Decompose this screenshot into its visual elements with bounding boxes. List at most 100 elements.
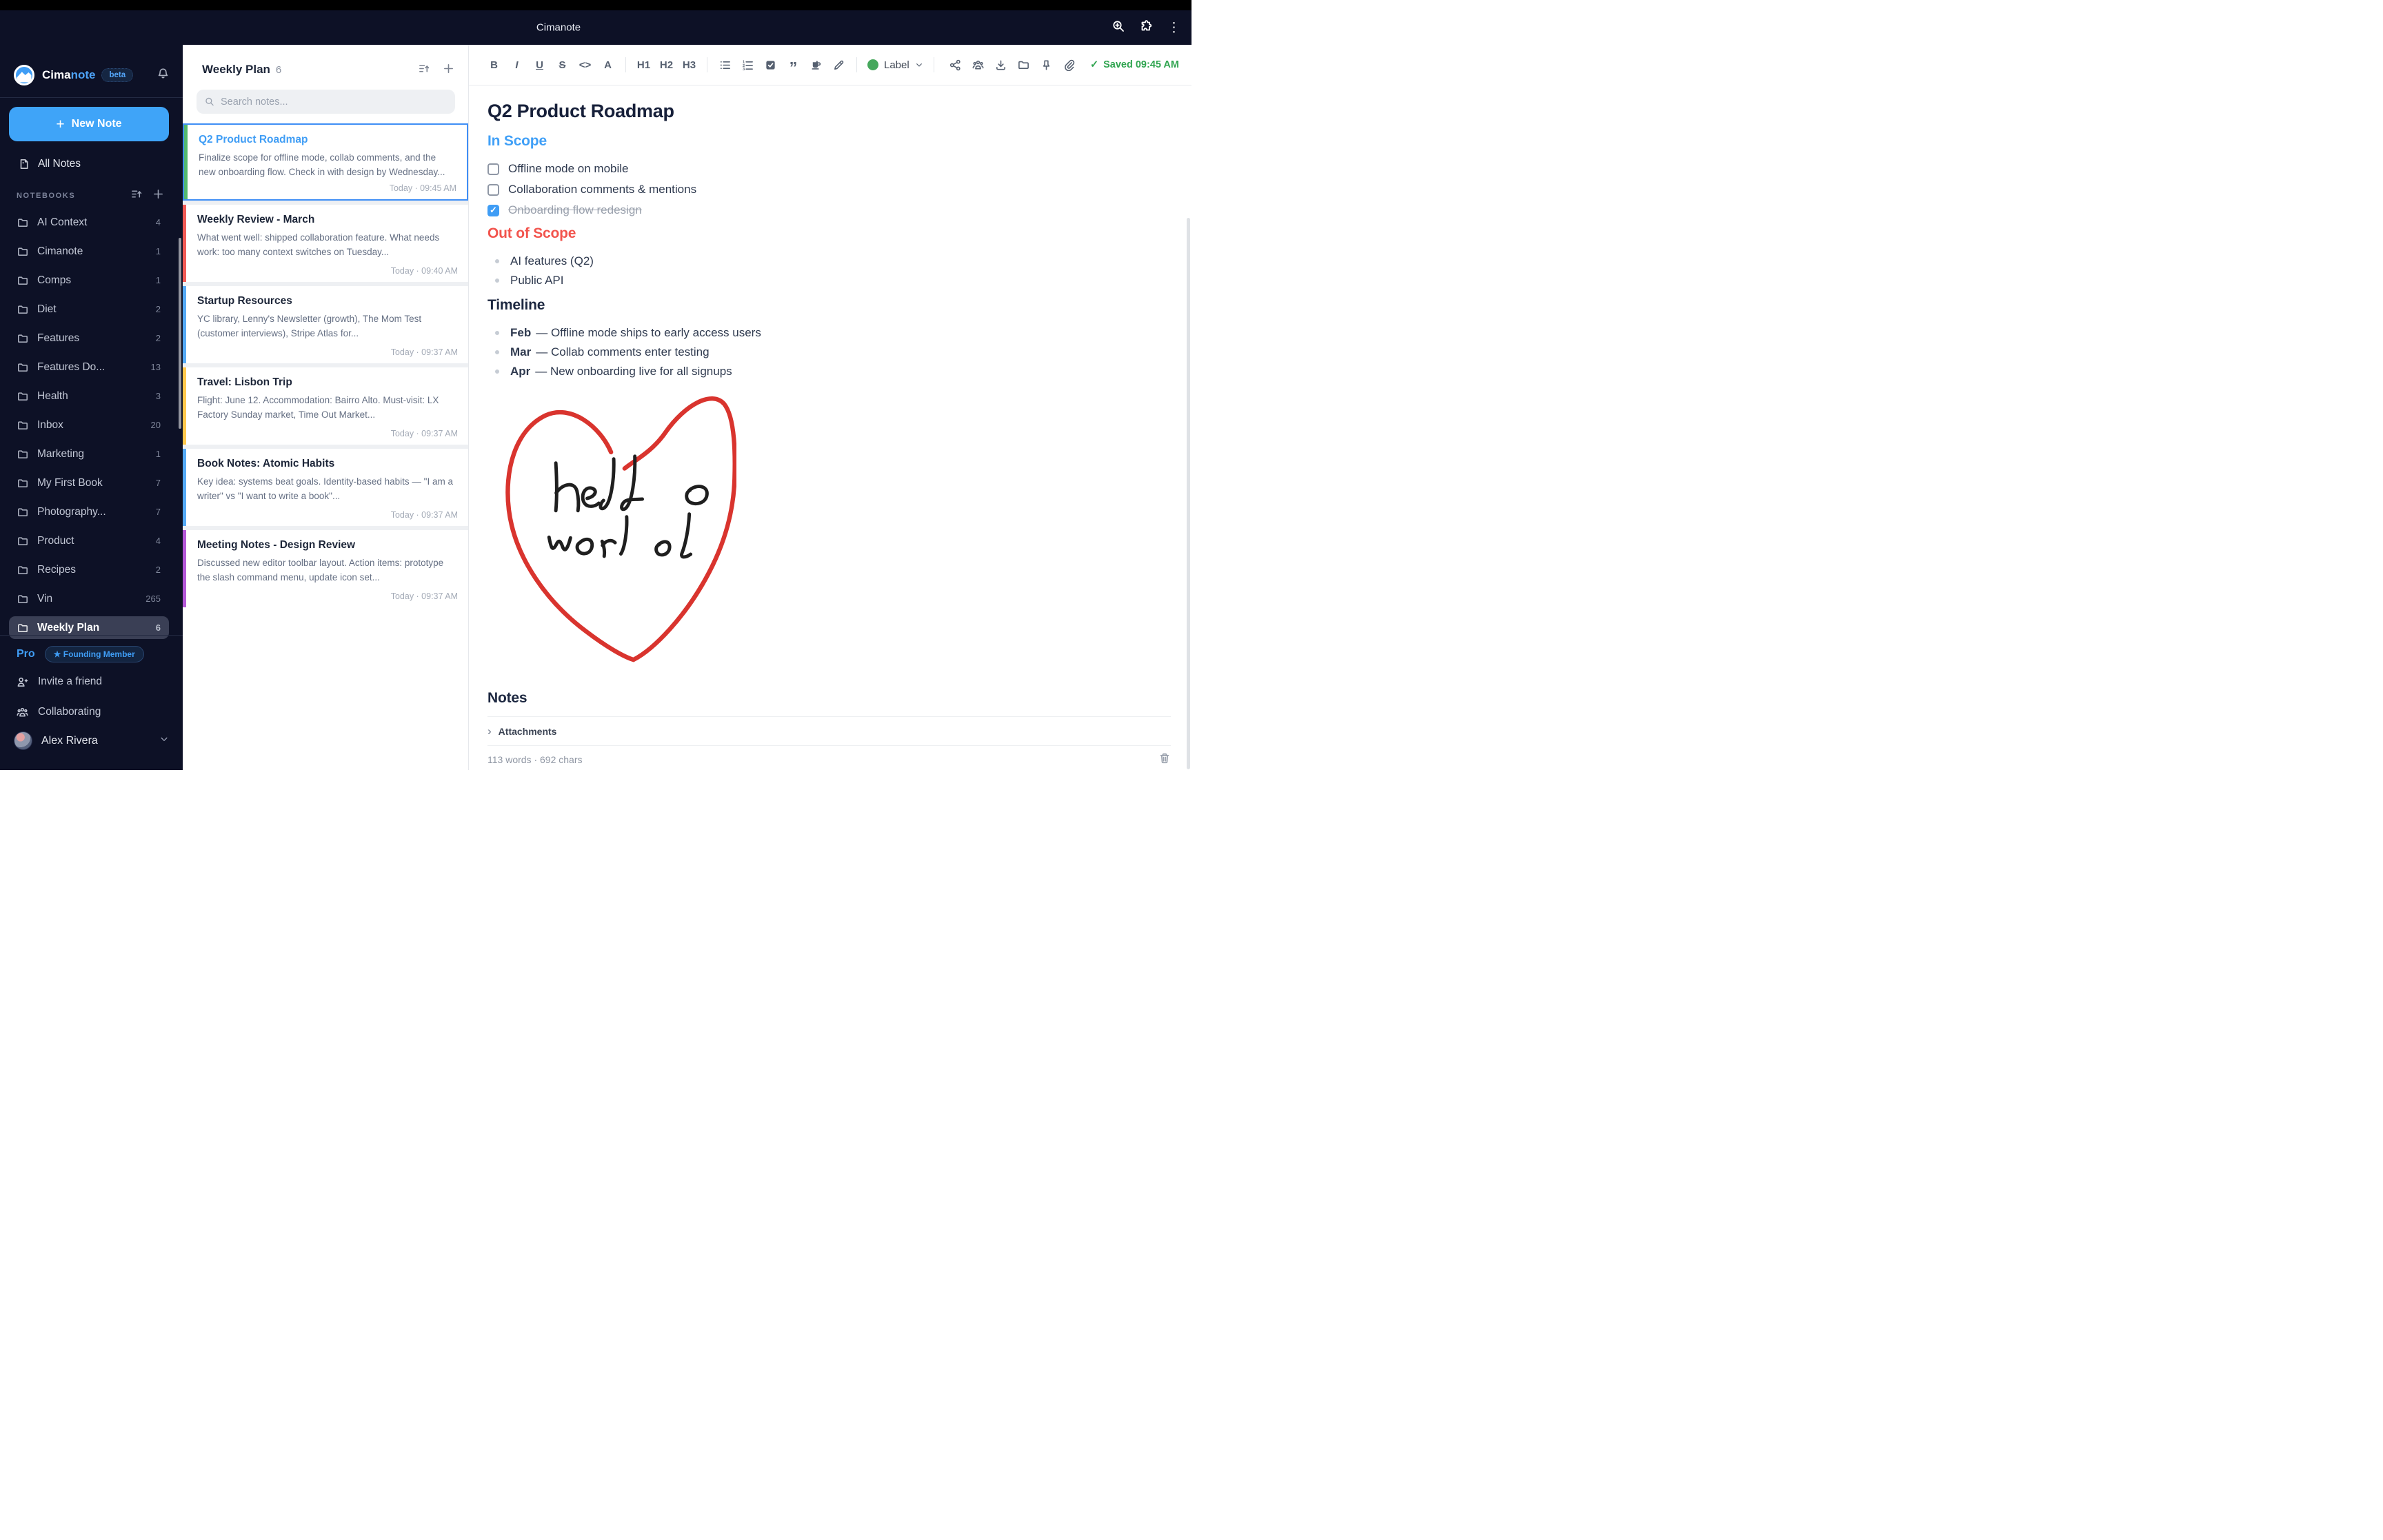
notebooks-header: NOTEBOOKS <box>17 192 76 200</box>
delete-note-trash-button[interactable] <box>1158 752 1171 768</box>
note-accent <box>183 286 186 363</box>
sidebar-item-marketing[interactable]: Marketing 1 <box>9 443 169 465</box>
share-button[interactable] <box>945 54 965 75</box>
zoom-in-icon[interactable] <box>1112 20 1125 36</box>
heading1-button[interactable]: H1 <box>634 54 654 75</box>
sidebar-item-features-do[interactable]: Features Do... 13 <box>9 356 169 378</box>
sidebar-item-product[interactable]: Product 4 <box>9 529 169 552</box>
sidebar-item-weekly-plan[interactable]: Weekly Plan 6 <box>9 616 169 639</box>
note-accent <box>183 530 186 607</box>
avatar <box>14 731 32 750</box>
user-name: Alex Rivera <box>41 734 98 747</box>
numbered-list-button[interactable]: 123 <box>738 54 758 75</box>
pin-button[interactable] <box>1036 54 1056 75</box>
attachments-toggle[interactable]: › Attachments <box>487 716 1171 746</box>
sidebar-item-recipes[interactable]: Recipes 2 <box>9 558 169 581</box>
checklist-item: Collaboration comments & mentions <box>487 180 1171 199</box>
chevron-down-icon <box>159 734 169 747</box>
word-count: 113 words · 692 chars <box>487 754 583 765</box>
sidebar-item-all-notes[interactable]: All Notes <box>9 153 169 175</box>
sidebar-item-ai-context[interactable]: AI Context 4 <box>9 211 169 234</box>
checkbox-checked[interactable]: ✓ <box>487 204 499 216</box>
note-card-q2-product-roadmap[interactable]: Q2 Product Roadmap Finalize scope for of… <box>183 123 468 201</box>
italic-button[interactable]: I <box>507 54 527 75</box>
download-button[interactable] <box>991 54 1011 75</box>
bullet-dot <box>495 369 499 374</box>
note-card-book-notes[interactable]: Book Notes: Atomic Habits Key idea: syst… <box>183 449 468 526</box>
beta-badge: beta <box>101 68 134 82</box>
browser-menu-icon[interactable]: ⋮ <box>1167 21 1180 34</box>
search-input[interactable] <box>221 96 447 108</box>
sidebar-item-features[interactable]: Features 2 <box>9 327 169 349</box>
editor-content[interactable]: Q2 Product Roadmap In Scope Offline mode… <box>469 85 1192 770</box>
timeline-item: Feb — Offline mode ships to early access … <box>487 323 1171 343</box>
attachment-paperclip-button[interactable] <box>1059 54 1079 75</box>
move-to-folder-button[interactable] <box>1014 54 1034 75</box>
folder-icon <box>18 363 28 372</box>
note-card-travel-lisbon[interactable]: Travel: Lisbon Trip Flight: June 12. Acc… <box>183 367 468 445</box>
text-color-button[interactable]: A <box>598 54 618 75</box>
checkbox-unchecked[interactable] <box>487 183 499 196</box>
bullet-item: Public API <box>487 271 1171 290</box>
notebook-list: AI Context 4 Cimanote 1 Comps 1 Diet 2 Featu… <box>9 211 169 645</box>
collaborating-button[interactable]: Collaborating <box>17 706 101 718</box>
plus-icon: + <box>56 116 65 132</box>
bold-button[interactable]: B <box>484 54 504 75</box>
sidebar-footer-divider <box>0 635 183 636</box>
sidebar-item-my-first-book[interactable]: My First Book 7 <box>9 472 169 494</box>
notes-heading: Notes <box>487 690 527 706</box>
plan-row: Pro ★ Founding Member <box>17 646 144 662</box>
sidebar: Cimanote beta + New Note All Notes NOTEB… <box>0 45 183 770</box>
new-note-button[interactable]: + New Note <box>9 107 169 141</box>
note-accent <box>183 205 186 282</box>
folder-icon <box>18 565 28 574</box>
heading2-button[interactable]: H2 <box>656 54 676 75</box>
note-timestamp: Today · 09:37 AM <box>390 429 458 438</box>
note-card-weekly-review[interactable]: Weekly Review - March What went well: sh… <box>183 205 468 282</box>
code-button[interactable]: <> <box>575 54 595 75</box>
search-bar[interactable] <box>197 90 455 114</box>
app-name: Cimanote <box>42 68 96 81</box>
checkbox-unchecked[interactable] <box>487 163 499 175</box>
extensions-puzzle-icon[interactable] <box>1140 19 1152 36</box>
sidebar-item-health[interactable]: Health 3 <box>9 385 169 407</box>
note-card-meeting-notes[interactable]: Meeting Notes - Design Review Discussed … <box>183 530 468 607</box>
add-notebook-icon[interactable] <box>152 188 164 203</box>
blockquote-button[interactable]: ” <box>783 54 803 76</box>
notifications-bell-icon[interactable] <box>157 68 169 83</box>
underline-button[interactable]: U <box>530 54 550 75</box>
callout-cup-button[interactable] <box>806 54 826 75</box>
toolbar-divider <box>625 57 626 72</box>
invite-a-friend-button[interactable]: Invite a friend <box>17 676 102 688</box>
sort-notebooks-icon[interactable] <box>131 188 143 203</box>
document-title: Q2 Product Roadmap <box>487 101 674 121</box>
sidebar-item-diet[interactable]: Diet 2 <box>9 298 169 321</box>
sidebar-item-photography[interactable]: Photography... 7 <box>9 500 169 523</box>
chevron-down-icon <box>916 63 922 67</box>
sort-notes-icon[interactable] <box>419 63 430 78</box>
task-list-button[interactable] <box>761 54 781 75</box>
collaborators-button[interactable] <box>968 54 988 75</box>
sidebar-item-vin[interactable]: Vin 265 <box>9 587 169 610</box>
note-timestamp: Today · 09:40 AM <box>390 266 458 276</box>
note-card-startup-resources[interactable]: Startup Resources YC library, Lenny's Ne… <box>183 286 468 363</box>
heading3-button[interactable]: H3 <box>679 54 699 75</box>
sidebar-item-cimanote[interactable]: Cimanote 1 <box>9 240 169 263</box>
strikethrough-button[interactable]: S <box>552 54 572 75</box>
draw-pencil-button[interactable] <box>829 54 849 75</box>
editor-scrollbar[interactable] <box>1187 218 1190 769</box>
toolbar-divider <box>856 57 857 72</box>
sidebar-scrollbar[interactable] <box>179 238 181 429</box>
bullet-list-button[interactable] <box>715 54 735 75</box>
folder-icon <box>18 247 28 256</box>
label-selector[interactable]: Label <box>863 57 927 74</box>
sidebar-item-inbox[interactable]: Inbox 20 <box>9 414 169 436</box>
user-account-button[interactable]: Alex Rivera <box>14 731 169 750</box>
sidebar-item-comps[interactable]: Comps 1 <box>9 269 169 292</box>
add-note-icon[interactable] <box>443 63 454 78</box>
timeline-item: Apr — New onboarding live for all signups <box>487 362 1171 381</box>
note-timestamp: Today · 09:37 AM <box>390 591 458 601</box>
folder-icon <box>18 449 28 458</box>
people-icon <box>17 707 28 716</box>
app-logo <box>14 65 34 85</box>
